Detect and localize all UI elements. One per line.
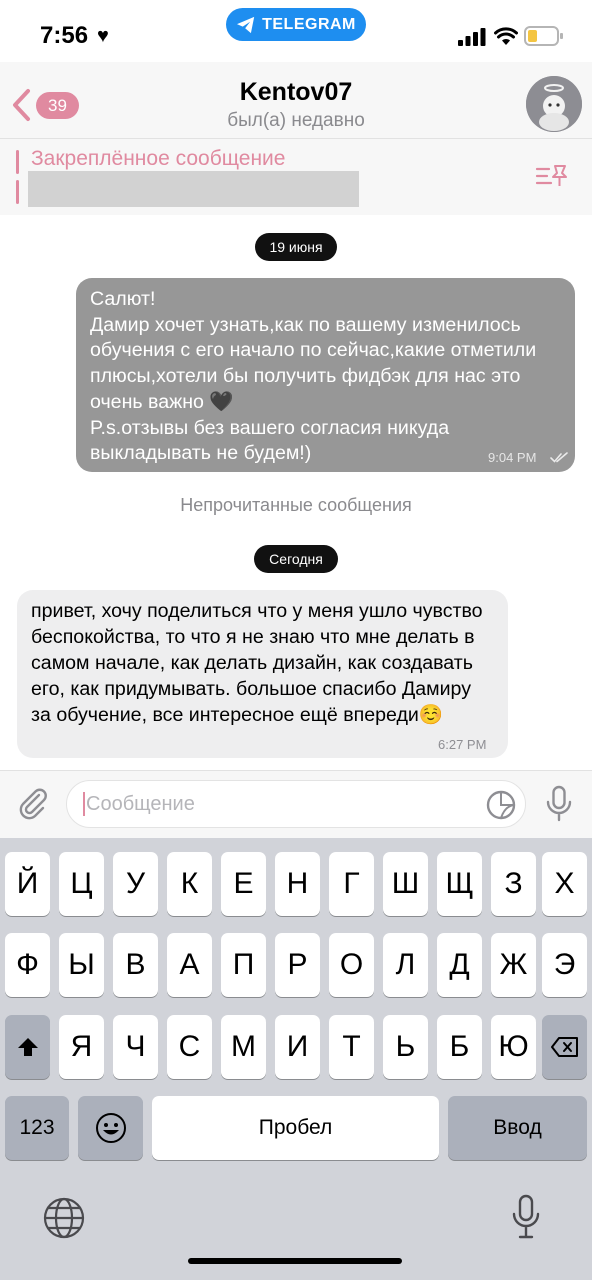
key[interactable]: Г bbox=[329, 852, 374, 916]
key[interactable]: Ю bbox=[491, 1015, 536, 1079]
pinned-text-redacted bbox=[28, 171, 359, 207]
telegram-pill[interactable]: TELEGRAM bbox=[226, 8, 366, 41]
chat-title[interactable]: Kentov07 bbox=[0, 78, 592, 107]
pinned-indicator bbox=[16, 180, 19, 204]
key[interactable]: Е bbox=[221, 852, 266, 916]
heart-icon: ♥ bbox=[97, 25, 109, 47]
globe-icon[interactable] bbox=[43, 1197, 85, 1239]
key[interactable]: Й bbox=[5, 852, 50, 916]
key[interactable]: З bbox=[491, 852, 536, 916]
key[interactable]: Н bbox=[275, 852, 320, 916]
battery-icon bbox=[524, 26, 563, 46]
numbers-key[interactable]: 123 bbox=[5, 1096, 69, 1160]
key[interactable]: Ч bbox=[113, 1015, 158, 1079]
key[interactable]: Х bbox=[542, 852, 587, 916]
wifi-icon bbox=[494, 27, 518, 45]
pinned-indicator bbox=[16, 150, 19, 174]
key[interactable]: Л bbox=[383, 933, 428, 997]
chat-last-seen: был(а) недавно bbox=[227, 110, 365, 131]
message-field[interactable] bbox=[66, 780, 526, 828]
microphone-icon[interactable] bbox=[545, 785, 573, 823]
telegram-icon bbox=[237, 16, 255, 33]
key[interactable]: Ш bbox=[383, 852, 428, 916]
date-separator: 19 июня bbox=[255, 233, 337, 261]
key[interactable]: Р bbox=[275, 933, 320, 997]
key[interactable]: Ж bbox=[491, 933, 536, 997]
key[interactable]: И bbox=[275, 1015, 320, 1079]
telegram-pill-label: TELEGRAM bbox=[262, 15, 356, 33]
key[interactable]: Я bbox=[59, 1015, 104, 1079]
key[interactable]: Э bbox=[542, 933, 587, 997]
return-key[interactable]: Ввод bbox=[448, 1096, 587, 1160]
backspace-key[interactable] bbox=[542, 1015, 587, 1079]
incoming-message-text: привет, хочу поделиться что у меня ушло … bbox=[31, 600, 483, 726]
pin-list-icon[interactable] bbox=[535, 163, 569, 189]
outgoing-message-text: Салют! Дамир хочет узнать,как по вашему … bbox=[90, 288, 537, 465]
key[interactable]: С bbox=[167, 1015, 212, 1079]
key[interactable]: А bbox=[167, 933, 212, 997]
key[interactable]: У bbox=[113, 852, 158, 916]
pinned-title: Закреплённое сообщение bbox=[31, 147, 286, 170]
key[interactable]: Ь bbox=[383, 1015, 428, 1079]
date-separator: Сегодня bbox=[254, 545, 338, 573]
outgoing-message-time: 9:04 PM bbox=[488, 450, 537, 465]
space-key[interactable]: Пробел bbox=[152, 1096, 439, 1160]
unread-messages-separator: Непрочитанные сообщения bbox=[180, 495, 412, 515]
key[interactable]: Ц bbox=[59, 852, 104, 916]
key[interactable]: Т bbox=[329, 1015, 374, 1079]
key[interactable]: Ф bbox=[5, 933, 50, 997]
shift-key[interactable] bbox=[5, 1015, 50, 1079]
avatar[interactable] bbox=[526, 76, 582, 132]
sticker-icon[interactable] bbox=[485, 789, 517, 821]
key[interactable]: О bbox=[329, 933, 374, 997]
shift-arrow-icon bbox=[17, 1038, 38, 1056]
emoji-icon bbox=[95, 1113, 126, 1143]
dictation-mic-icon[interactable] bbox=[510, 1194, 542, 1240]
key[interactable]: Щ bbox=[437, 852, 482, 916]
incoming-message-time: 6:27 PM bbox=[438, 737, 487, 752]
key[interactable]: В bbox=[113, 933, 158, 997]
keyboard: Й Ц У К Е Н Г Ш Щ З Х Ф Ы В А П Р О Л Д … bbox=[0, 838, 592, 1280]
key[interactable]: П bbox=[221, 933, 266, 997]
home-indicator bbox=[188, 1258, 402, 1264]
signal-icon bbox=[458, 28, 486, 46]
emoji-key[interactable] bbox=[78, 1096, 143, 1160]
status-time: 7:56 bbox=[40, 22, 89, 49]
text-cursor bbox=[83, 792, 85, 816]
read-checkmarks-icon bbox=[550, 452, 568, 463]
key[interactable]: М bbox=[221, 1015, 266, 1079]
message-input[interactable] bbox=[86, 781, 466, 827]
backspace-icon bbox=[550, 1037, 578, 1057]
attach-paperclip-icon[interactable] bbox=[15, 786, 51, 822]
key[interactable]: Д bbox=[437, 933, 482, 997]
key[interactable]: Б bbox=[437, 1015, 482, 1079]
key[interactable]: К bbox=[167, 852, 212, 916]
avatar-image bbox=[526, 76, 582, 132]
key[interactable]: Ы bbox=[59, 933, 104, 997]
